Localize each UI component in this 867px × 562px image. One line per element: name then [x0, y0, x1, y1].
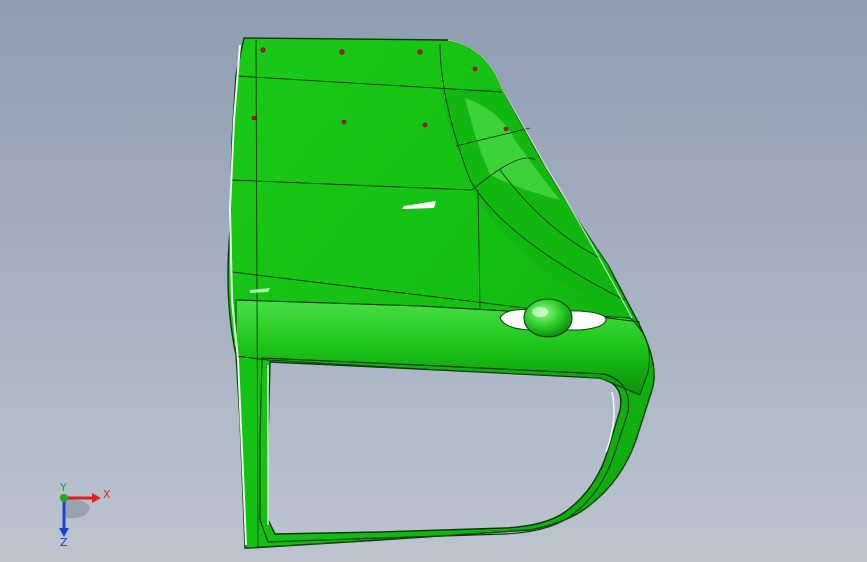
- x-axis-label: X: [103, 488, 111, 501]
- y-axis-dot: [60, 494, 68, 502]
- y-axis-label: Y: [59, 481, 67, 494]
- 3d-viewport[interactable]: X Y Z: [0, 0, 867, 562]
- triad-shadow: [64, 498, 90, 519]
- z-axis-label: Z: [60, 536, 68, 548]
- window-frame-highlight: [267, 365, 615, 525]
- window-frame-rim: [259, 357, 630, 543]
- axis-triad[interactable]: X Y Z: [40, 478, 120, 548]
- car-door-model[interactable]: [0, 0, 867, 562]
